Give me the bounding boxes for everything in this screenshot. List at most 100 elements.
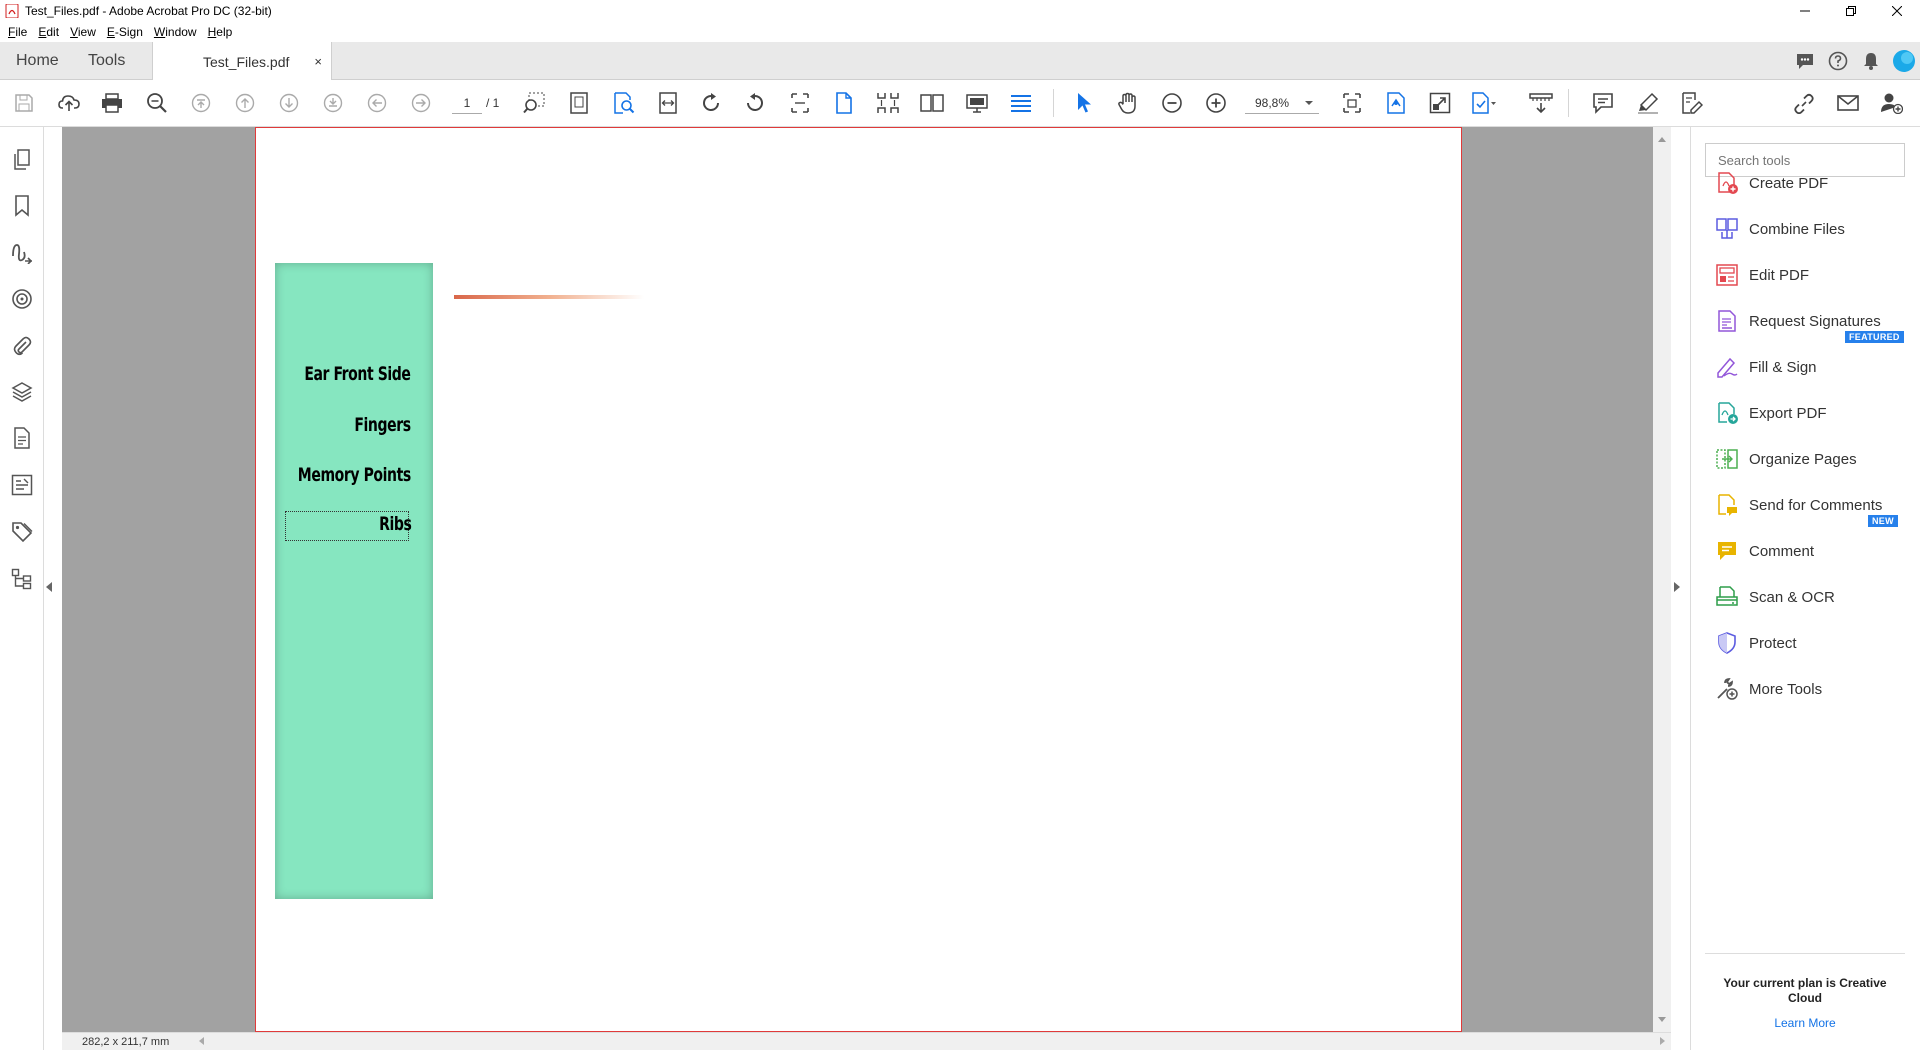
menu-file[interactable]: File [8, 25, 27, 39]
zoom-level-select[interactable]: 98,8% [1245, 92, 1319, 114]
pdf-page: Ear Front Side Fingers Memory Points Rib… [255, 127, 1462, 1032]
marquee-zoom-button[interactable] [521, 90, 547, 116]
menu-link-fingers[interactable]: Fingers [355, 414, 412, 436]
zoom-out-button[interactable] [1159, 90, 1185, 116]
menu-esign[interactable]: E-Sign [107, 25, 143, 39]
organize-pages-dropdown[interactable] [1471, 90, 1497, 116]
email-button[interactable] [1835, 90, 1861, 116]
next-page-button[interactable] [276, 90, 302, 116]
find-text-button[interactable] [611, 90, 637, 116]
tab-document[interactable]: Test_Files.pdf × [152, 42, 332, 81]
scrolling-pages-icon [877, 93, 899, 113]
page-thumbnails-nav[interactable] [9, 147, 35, 173]
fit-visible-button[interactable] [1339, 90, 1365, 116]
help-button[interactable] [1821, 42, 1854, 80]
tool-comment[interactable]: Comment [1715, 536, 1915, 566]
scroll-down-arrow[interactable] [1658, 1017, 1666, 1022]
tool-protect[interactable]: Protect [1715, 628, 1915, 658]
destinations-nav[interactable] [9, 286, 35, 312]
edit-pdf-icon [1716, 264, 1738, 286]
tool-combine-files[interactable]: Combine Files [1715, 214, 1915, 244]
tool-fill-sign[interactable]: Fill & Sign [1715, 352, 1915, 382]
document-viewport[interactable]: Ear Front Side Fingers Memory Points Rib… [62, 127, 1653, 1032]
fill-sign-button[interactable] [1679, 90, 1705, 116]
signatures-nav[interactable] [9, 240, 35, 266]
share-with-people-button[interactable] [1879, 90, 1905, 116]
print-button[interactable] [99, 90, 125, 116]
full-screen-button[interactable] [964, 90, 990, 116]
minimize-button[interactable] [1782, 0, 1828, 22]
menu-link-ribs[interactable]: Ribs [379, 513, 412, 535]
last-page-button[interactable] [320, 90, 346, 116]
single-page-view-button[interactable] [831, 90, 857, 116]
fit-page-button[interactable] [787, 90, 813, 116]
comment-icon [1593, 93, 1613, 114]
add-comment-button[interactable] [1590, 90, 1616, 116]
tool-scan-ocr[interactable]: Scan & OCR [1715, 582, 1915, 612]
find-button[interactable] [144, 90, 170, 116]
rotate-clockwise-button[interactable] [698, 90, 724, 116]
hand-tool-button[interactable] [1115, 90, 1141, 116]
menu-link-ear-front-side[interactable]: Ear Front Side [305, 363, 412, 385]
menu-window[interactable]: Window [154, 25, 197, 39]
collapse-left-pane-arrow[interactable] [46, 582, 52, 592]
reading-mode-button[interactable] [1008, 90, 1034, 116]
restore-button[interactable] [1828, 0, 1874, 22]
rotate-counterclockwise-button[interactable] [742, 90, 768, 116]
scrolling-view-button[interactable] [875, 90, 901, 116]
redact-button[interactable] [1528, 90, 1554, 116]
previous-view-button[interactable] [364, 90, 390, 116]
attachments-nav[interactable] [9, 333, 35, 359]
tool-more-tools[interactable]: More Tools [1715, 674, 1915, 704]
tags-nav[interactable] [9, 519, 35, 545]
signature-pen-icon [12, 244, 33, 264]
tab-home[interactable]: Home [16, 42, 59, 80]
fields-nav[interactable] [9, 472, 35, 498]
vertical-scrollbar[interactable] [1653, 127, 1671, 1032]
expand-button[interactable] [1427, 90, 1453, 116]
order-nav[interactable] [9, 566, 35, 592]
status-bar: 282,2 x 211,7 mm [62, 1032, 1671, 1050]
scroll-left-arrow[interactable] [199, 1037, 204, 1045]
wrench-plus-icon [1717, 678, 1738, 700]
tool-create-pdf[interactable]: Create PDF [1715, 168, 1915, 198]
shield-icon [1718, 632, 1736, 654]
notifications-button[interactable] [1854, 42, 1887, 80]
next-view-button[interactable] [408, 90, 434, 116]
tool-organize-pages[interactable]: Organize Pages [1715, 444, 1915, 474]
tool-edit-pdf[interactable]: Edit PDF [1715, 260, 1915, 290]
close-window-button[interactable] [1874, 0, 1920, 22]
expand-right-pane-arrow[interactable] [1674, 582, 1680, 592]
scroll-right-arrow[interactable] [1660, 1037, 1665, 1045]
select-tool-button[interactable] [1071, 90, 1097, 116]
menu-help[interactable]: Help [208, 25, 233, 39]
highlight-button[interactable] [1635, 90, 1661, 116]
account-button[interactable] [1887, 42, 1920, 80]
close-tab-button[interactable]: × [314, 54, 322, 69]
page-thumbnails-button[interactable] [566, 90, 592, 116]
first-page-button[interactable] [188, 90, 214, 116]
share-link-button[interactable] [1791, 90, 1817, 116]
two-page-view-button[interactable] [919, 90, 945, 116]
save-button[interactable] [11, 90, 37, 116]
layers-nav[interactable] [9, 379, 35, 405]
tab-bar: Home Tools Test_Files.pdf × [0, 42, 1920, 81]
tab-tools[interactable]: Tools [88, 42, 125, 80]
page-number-input[interactable]: 1 [452, 92, 482, 114]
scroll-up-arrow[interactable] [1658, 137, 1666, 142]
compare-files-button[interactable] [1383, 90, 1409, 116]
document-text-icon [14, 427, 30, 449]
zoom-in-button[interactable] [1203, 90, 1229, 116]
arrow-right-icon [411, 93, 431, 113]
content-nav[interactable] [9, 425, 35, 451]
menu-link-memory-points[interactable]: Memory Points [298, 464, 411, 486]
learn-more-link[interactable]: Learn More [1705, 1016, 1905, 1030]
bookmarks-nav[interactable] [9, 193, 35, 219]
tool-export-pdf[interactable]: Export PDF [1715, 398, 1915, 428]
chat-button[interactable] [1788, 42, 1821, 80]
previous-page-button[interactable] [232, 90, 258, 116]
upload-button[interactable] [56, 90, 82, 116]
fit-width-button[interactable] [655, 90, 681, 116]
menu-edit[interactable]: Edit [38, 25, 59, 39]
menu-view[interactable]: View [70, 25, 96, 39]
